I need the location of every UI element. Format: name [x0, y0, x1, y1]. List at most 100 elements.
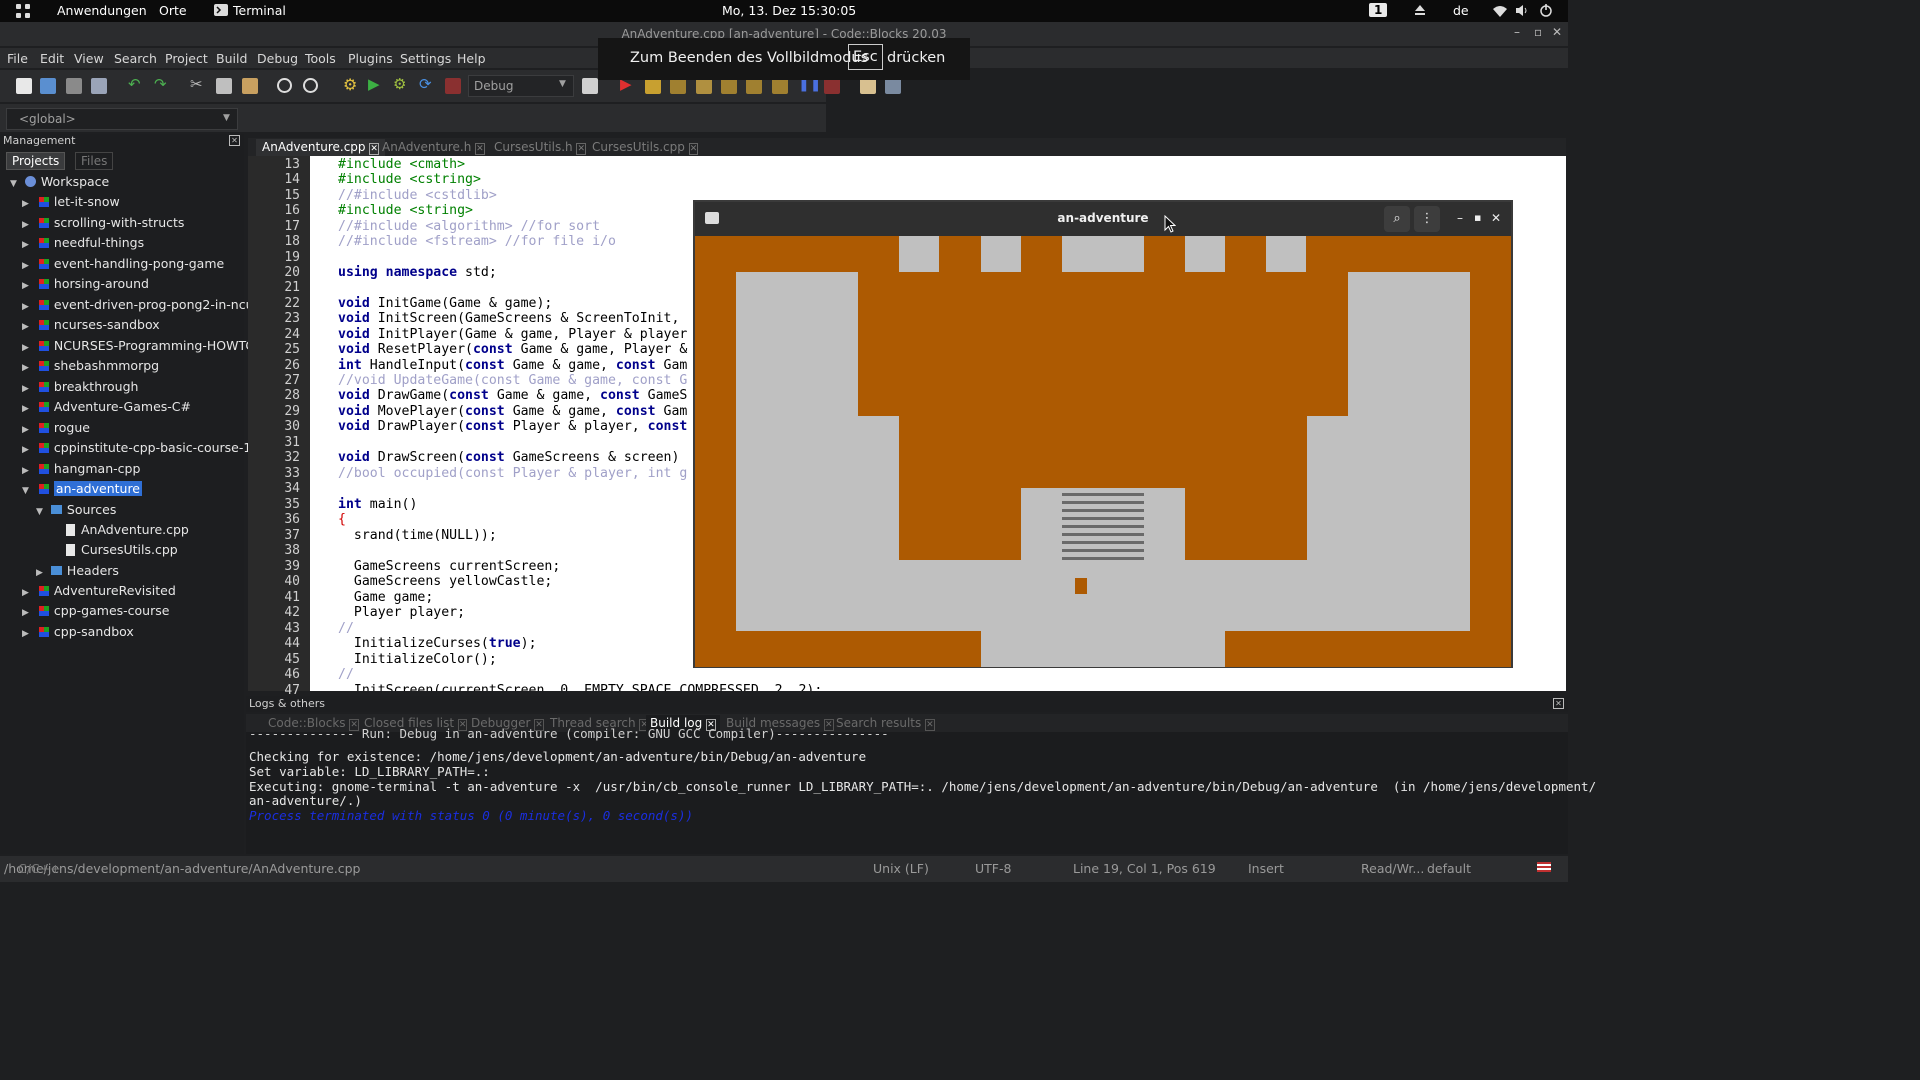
menu-project[interactable]: Project [165, 51, 208, 66]
project-node[interactable]: ▶ breakthrough [22, 377, 138, 397]
close-icon[interactable]: ✕ [1491, 211, 1501, 225]
build-log-output[interactable]: -------------- Run: Debug in an-adventur… [246, 726, 1596, 854]
rebuild-icon[interactable]: ⟳ [419, 75, 435, 93]
project-node[interactable]: ▶ let-it-snow [22, 192, 120, 212]
project-node[interactable]: ▶ cppinstitute-cpp-basic-course-1 [22, 438, 251, 458]
abort-icon[interactable] [445, 78, 461, 94]
various-info-icon[interactable] [885, 78, 901, 94]
close-tab-icon[interactable]: ✕ [369, 143, 379, 155]
app-grid-icon[interactable] [16, 4, 30, 21]
volume-icon[interactable] [1515, 4, 1529, 20]
menu-edit[interactable]: Edit [40, 51, 64, 66]
file-node[interactable]: AnAdventure.cpp [66, 520, 189, 540]
menu-settings[interactable]: Settings [400, 51, 451, 66]
project-node[interactable]: ▶ rogue [22, 418, 90, 438]
project-node[interactable]: ▶ AdventureRevisited [22, 581, 176, 601]
close-tab-icon[interactable]: ✕ [688, 143, 699, 155]
redo-icon[interactable]: ↷ [154, 75, 170, 93]
activities-menu[interactable]: Anwendungen [57, 3, 147, 18]
next-line-icon[interactable] [670, 78, 686, 94]
clock[interactable]: Mo, 13. Dez 15:30:05 [722, 3, 856, 18]
project-icon [38, 320, 49, 330]
close-tab-icon[interactable]: ✕ [925, 719, 935, 731]
project-node[interactable]: ▶ shebashmmorpg [22, 356, 159, 376]
tab-cursesutils-cpp[interactable]: CursesUtils.cpp ✕ [592, 139, 699, 156]
close-panel-icon[interactable]: ✕ [1553, 698, 1564, 709]
wifi-icon[interactable] [1493, 5, 1507, 20]
project-node[interactable]: ▶ horsing-around [22, 274, 149, 294]
eject-icon[interactable] [1414, 4, 1426, 19]
app-menu-terminal[interactable]: Terminal [233, 3, 286, 18]
cut-icon[interactable]: ✂ [190, 75, 206, 93]
undo-icon[interactable]: ↶ [128, 75, 144, 93]
next-instruction-icon[interactable] [746, 78, 762, 94]
file-node[interactable]: CursesUtils.cpp [66, 540, 178, 560]
player-sprite [1075, 578, 1087, 594]
menu-file[interactable]: File [7, 51, 28, 66]
menu-icon[interactable]: ⋮ [1414, 206, 1440, 232]
open-file-icon[interactable] [40, 78, 56, 94]
tab-cursesutils-h[interactable]: CursesUtils.h ✕ [494, 139, 587, 156]
project-node[interactable]: ▶ needful-things [22, 233, 144, 253]
scope-select[interactable]: <global> ▼ [6, 108, 238, 130]
project-node[interactable]: ▶ event-handling-pong-game [22, 254, 224, 274]
project-node[interactable]: ▶ cpp-sandbox [22, 622, 134, 642]
stop-debugger-icon[interactable] [824, 78, 840, 94]
sources-folder[interactable]: ▼ Sources [36, 500, 116, 520]
menu-view[interactable]: View [74, 51, 104, 66]
step-out-icon[interactable] [721, 78, 737, 94]
paste-icon[interactable] [242, 78, 258, 94]
code-line: InitializeCurses(true); [338, 636, 537, 651]
minimize-icon[interactable]: – [1514, 25, 1520, 39]
tab-projects[interactable]: Projects [6, 152, 66, 170]
close-tab-icon[interactable]: ✕ [475, 143, 485, 155]
step-into-instruction-icon[interactable] [772, 78, 788, 94]
project-node[interactable]: ▶ event-driven-prog-pong2-in-ncurs [22, 295, 265, 315]
power-icon[interactable] [1540, 4, 1552, 20]
menu-plugins[interactable]: Plugins [348, 51, 393, 66]
build-target-select[interactable]: Debug ▼ [468, 75, 574, 97]
tab-anadventure-cpp[interactable]: AnAdventure.cpp ✕ [256, 139, 385, 156]
show-target-dialog-icon[interactable] [582, 78, 598, 94]
close-icon[interactable]: ✕ [1552, 25, 1562, 39]
step-into-icon[interactable] [696, 78, 712, 94]
project-node[interactable]: ▶ NCURSES-Programming-HOWTC [22, 336, 254, 356]
tab-files[interactable]: Files [75, 152, 114, 170]
terminal-window[interactable]: an-adventure ⌕ ⋮ – ▪ ✕ [693, 200, 1513, 668]
collapsed-arrow-icon: ▶ [22, 588, 29, 598]
keyboard-layout[interactable]: de [1453, 3, 1469, 18]
workspace-indicator[interactable]: 1 [1369, 3, 1388, 17]
build-icon[interactable]: ⚙ [343, 75, 359, 94]
project-node[interactable]: ▶ Adventure-Games-C# [22, 397, 191, 417]
maximize-icon[interactable]: ▫ [1534, 25, 1542, 39]
places-menu[interactable]: Orte [159, 3, 187, 18]
maximize-icon[interactable]: ▪ [1474, 211, 1481, 224]
debugging-windows-icon[interactable] [860, 78, 876, 94]
close-panel-icon[interactable]: ✕ [229, 135, 240, 146]
menu-search[interactable]: Search [114, 51, 157, 66]
project-node-active[interactable]: ▼ an-adventure [22, 479, 142, 499]
project-node[interactable]: ▶ scrolling-with-structs [22, 213, 184, 233]
save-icon[interactable] [66, 78, 82, 94]
menu-help[interactable]: Help [457, 51, 486, 66]
close-tab-icon[interactable]: ✕ [576, 143, 587, 155]
menu-build[interactable]: Build [216, 51, 247, 66]
menu-tools[interactable]: Tools [305, 51, 336, 66]
find-icon[interactable] [277, 78, 292, 93]
minimize-icon[interactable]: – [1457, 211, 1463, 225]
headers-folder[interactable]: ▶ Headers [36, 561, 119, 581]
save-all-icon[interactable] [91, 78, 107, 94]
run-to-cursor-icon[interactable] [645, 78, 661, 94]
run-icon[interactable]: ▶ [368, 75, 384, 93]
copy-icon[interactable] [216, 78, 232, 94]
replace-icon[interactable] [303, 78, 318, 93]
tab-anadventure-h[interactable]: AnAdventure.h ✕ [382, 139, 485, 156]
new-file-icon[interactable] [16, 78, 32, 94]
menu-debug[interactable]: Debug [257, 51, 298, 66]
project-node[interactable]: ▶ cpp-games-course [22, 601, 169, 621]
project-node[interactable]: ▶ ncurses-sandbox [22, 315, 160, 335]
build-and-run-icon[interactable]: ⚙ [393, 75, 409, 93]
project-node[interactable]: ▶ hangman-cpp [22, 459, 140, 479]
workspace-node[interactable]: ▼ Workspace [10, 172, 109, 192]
search-icon[interactable]: ⌕ [1384, 206, 1410, 232]
